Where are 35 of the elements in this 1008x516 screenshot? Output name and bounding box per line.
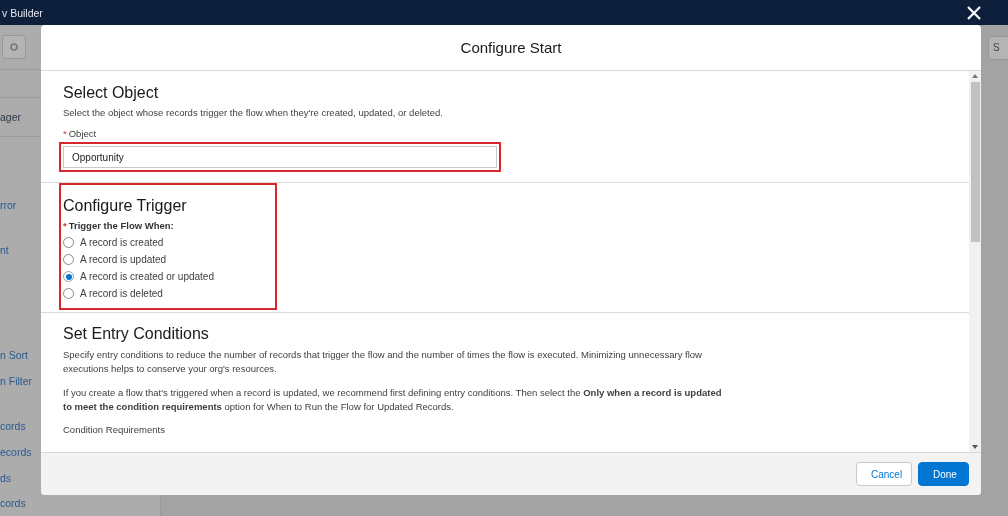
settings-icon bbox=[9, 42, 19, 52]
radio-option[interactable]: A record is deleted bbox=[63, 285, 271, 302]
radio-option[interactable]: A record is updated bbox=[63, 251, 271, 268]
settings-button[interactable] bbox=[2, 35, 26, 59]
section-heading: Select Object bbox=[63, 84, 160, 102]
section-heading: Configure Trigger bbox=[63, 197, 188, 215]
sidebar-item[interactable]: ds bbox=[0, 472, 12, 484]
sidebar-item[interactable]: cords bbox=[0, 420, 26, 432]
sidebar-item[interactable]: n Sort bbox=[0, 349, 28, 361]
field-label: Object bbox=[68, 128, 97, 139]
scrollbar[interactable] bbox=[969, 71, 981, 452]
paragraph: If you create a flow that's triggered when a record is updated, we recommend first defining entry conditions. Then select the Only when a record is updated to meet the condition requirements option for When to Run the Flow for Updated Records. bbox=[63, 386, 723, 414]
sidebar-item[interactable]: nt bbox=[0, 244, 9, 256]
cancel-button[interactable]: Cancel bbox=[856, 462, 912, 486]
sidebar-item[interactable]: ecords bbox=[0, 446, 32, 458]
object-field[interactable]: Opportunity bbox=[63, 146, 497, 168]
toolbar-button[interactable]: S bbox=[988, 35, 1008, 60]
close-icon[interactable] bbox=[967, 5, 981, 20]
sidebar-item[interactable]: n Filter bbox=[0, 375, 33, 387]
modal-title: Configure Start bbox=[460, 39, 562, 56]
sidebar-item[interactable]: rror bbox=[0, 199, 17, 211]
section-description: Select the object whose records trigger the flow when they're created, updated, or deleted. bbox=[63, 107, 444, 118]
required-mark: * bbox=[63, 128, 67, 139]
done-button[interactable]: Done bbox=[918, 462, 969, 486]
radio-option[interactable]: A record is created bbox=[63, 234, 271, 251]
paragraph: Specify entry conditions to reduce the number of records that trigger the flow and the number of times the flow is executed. Minimizing unnecessary flow executions helps to conserve your org's resources. bbox=[63, 348, 703, 376]
field-label: Trigger the Flow When: bbox=[68, 220, 174, 231]
radio-option[interactable]: A record is created or updated bbox=[63, 268, 271, 285]
section-heading: Set Entry Conditions bbox=[63, 325, 210, 343]
scroll-down-icon[interactable] bbox=[972, 445, 978, 449]
scroll-up-icon[interactable] bbox=[972, 74, 978, 78]
sidebar-item[interactable]: cords bbox=[0, 497, 26, 509]
subheading: Condition Requirements bbox=[63, 424, 166, 435]
app-title: v Builder bbox=[2, 6, 43, 19]
required-mark: * bbox=[63, 220, 67, 231]
